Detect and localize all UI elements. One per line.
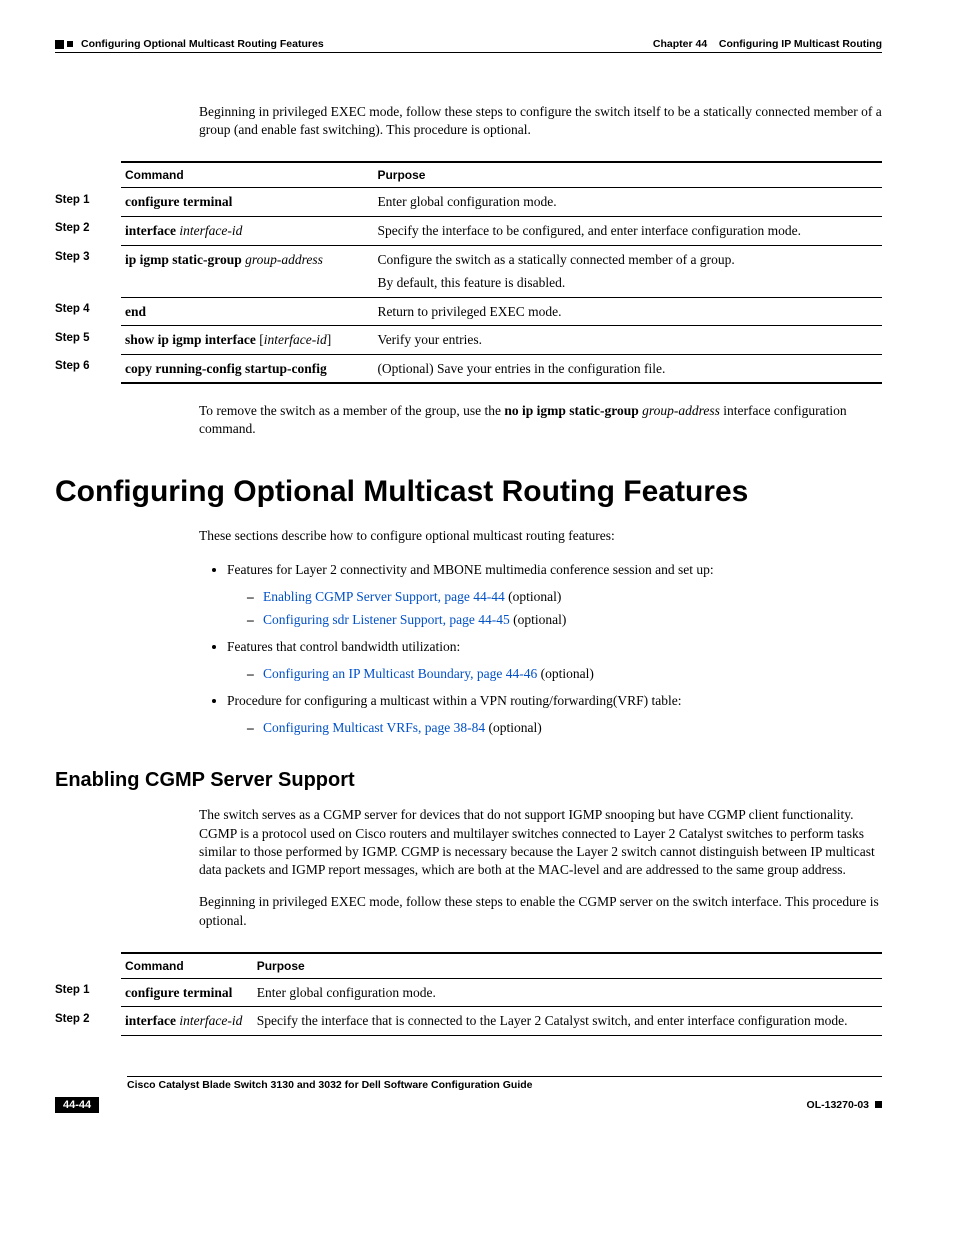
table1-step3-cmd-bold: ip igmp static-group: [125, 252, 242, 267]
steps-table-2: Command Purpose Step 1 configure termina…: [55, 952, 882, 1036]
bullet-3-dash-1: Configuring Multicast VRFs, page 38-84 (…: [263, 717, 882, 740]
bullet-3: Procedure for configuring a multicast wi…: [227, 690, 882, 740]
footer-rule: [127, 1076, 882, 1077]
table1-step6-purpose: (Optional) Save your entries in the conf…: [373, 354, 882, 383]
table1-step1-purpose: Enter global configuration mode.: [373, 188, 882, 217]
footer-bar: 44-44 OL-13270-03: [55, 1097, 882, 1113]
table2-step1-purpose: Enter global configuration mode.: [253, 978, 882, 1007]
table2-head-purpose: Purpose: [253, 953, 882, 979]
table1-step4-label: Step 4: [55, 297, 121, 326]
table1-step2-cmd-bold: interface: [125, 223, 176, 238]
bullet-2-dash-1: Configuring an IP Multicast Boundary, pa…: [263, 663, 882, 686]
table1-step3-purpose2: By default, this feature is disabled.: [377, 274, 878, 292]
header-rule: [55, 52, 882, 53]
footer-doc-id: OL-13270-03: [807, 1099, 869, 1111]
table1-step6-cmd: copy running-config startup-config: [125, 361, 327, 376]
bullet-2-text: Features that control bandwidth utilizat…: [227, 639, 460, 654]
remove-bold: no ip igmp static-group: [504, 403, 638, 418]
header-square-small-icon: [67, 41, 73, 47]
table2-step2-label: Step 2: [55, 1007, 121, 1036]
table2-step2-cmd-bold: interface: [125, 1013, 176, 1028]
table1-step2-purpose: Specify the interface to be configured, …: [373, 216, 882, 245]
intro-paragraph-1: Beginning in privileged EXEC mode, follo…: [199, 103, 882, 139]
table2-step2-purpose: Specify the interface that is connected …: [253, 1007, 882, 1036]
steps-table-1: Command Purpose Step 1 configure termina…: [55, 161, 882, 384]
cgmp-paragraph-2: Beginning in privileged EXEC mode, follo…: [199, 893, 882, 929]
table1-step5-purpose: Verify your entries.: [373, 326, 882, 355]
table2-step1-cmd: configure terminal: [125, 985, 232, 1000]
table1-step4-purpose: Return to privileged EXEC mode.: [373, 297, 882, 326]
table1-step3-cmd-italic: group-address: [242, 252, 323, 267]
table1-step3-purpose: Configure the switch as a statically con…: [377, 252, 734, 267]
link-boundary[interactable]: Configuring an IP Multicast Boundary, pa…: [263, 666, 537, 681]
footer-book-title: Cisco Catalyst Blade Switch 3130 and 303…: [127, 1079, 882, 1091]
page-header: Configuring Optional Multicast Routing F…: [55, 38, 882, 50]
link-vrf[interactable]: Configuring Multicast VRFs, page 38-84: [263, 720, 485, 735]
bullet-2-dash-1-post: (optional): [537, 666, 594, 681]
bullet-1-text: Features for Layer 2 connectivity and MB…: [227, 562, 714, 577]
remove-italic: group-address: [639, 403, 720, 418]
page-number: 44-44: [55, 1097, 99, 1113]
link-cgmp[interactable]: Enabling CGMP Server Support, page 44-44: [263, 589, 505, 604]
table1-step5-label: Step 5: [55, 326, 121, 355]
table1-step6-label: Step 6: [55, 354, 121, 383]
header-right-prefix: Chapter 44: [653, 38, 707, 50]
bullet-1-dash-2: Configuring sdr Listener Support, page 4…: [263, 609, 882, 632]
header-right-title: Configuring IP Multicast Routing: [719, 38, 882, 50]
table1-step1-cmd: configure terminal: [125, 194, 232, 209]
table1-step3-label: Step 3: [55, 245, 121, 297]
table2-head-command: Command: [121, 953, 253, 979]
bullet-2: Features that control bandwidth utilizat…: [227, 636, 882, 686]
header-left-text: Configuring Optional Multicast Routing F…: [81, 38, 324, 50]
link-sdr[interactable]: Configuring sdr Listener Support, page 4…: [263, 612, 510, 627]
table1-head-command: Command: [121, 162, 373, 188]
bullet-3-dash-1-post: (optional): [485, 720, 542, 735]
table1-step2-label: Step 2: [55, 216, 121, 245]
table2-step1-label: Step 1: [55, 978, 121, 1007]
remove-paragraph: To remove the switch as a member of the …: [199, 402, 882, 438]
remove-pre: To remove the switch as a member of the …: [199, 403, 504, 418]
bullet-1-dash-2-post: (optional): [510, 612, 567, 627]
bullet-1-dash-1-post: (optional): [505, 589, 562, 604]
cgmp-paragraph-1: The switch serves as a CGMP server for d…: [199, 806, 882, 879]
section-heading-h1: Configuring Optional Multicast Routing F…: [55, 475, 882, 509]
table1-step1-label: Step 1: [55, 188, 121, 217]
table1-head-purpose: Purpose: [373, 162, 882, 188]
table1-step5-cmd-bold: show ip igmp interface: [125, 332, 256, 347]
table1-step2-cmd-italic: interface-id: [176, 223, 242, 238]
bullet-1-dash-1: Enabling CGMP Server Support, page 44-44…: [263, 586, 882, 609]
table1-step4-cmd: end: [125, 304, 146, 319]
footer-square-icon: [875, 1101, 882, 1108]
header-square-icon: [55, 40, 64, 49]
intro-paragraph-2: These sections describe how to configure…: [199, 527, 882, 545]
table2-step2-cmd-italic: interface-id: [176, 1013, 242, 1028]
bullet-3-text: Procedure for configuring a multicast wi…: [227, 693, 682, 708]
bullet-1: Features for Layer 2 connectivity and MB…: [227, 559, 882, 632]
table1-step5-cmd-italic: interface-id: [264, 332, 327, 347]
section-heading-h2: Enabling CGMP Server Support: [55, 769, 882, 792]
